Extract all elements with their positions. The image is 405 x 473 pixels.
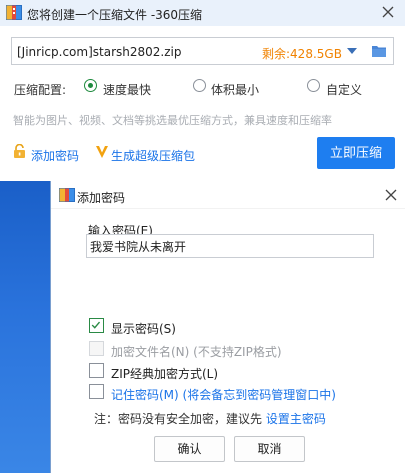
lock-icon[interactable] — [13, 144, 26, 158]
chevron-down-icon[interactable] — [346, 47, 358, 56]
radio-smallest[interactable] — [193, 79, 206, 92]
super-package-link[interactable]: 生成超级压缩包 — [111, 147, 195, 164]
window-title: 您将创建一个压缩文件 -360压缩 — [27, 8, 203, 22]
radio-fastest-label[interactable]: 速度最快 — [103, 81, 151, 98]
radio-smallest-label[interactable]: 体积最小 — [211, 81, 259, 98]
output-path-field[interactable]: [Jinricp.com]starsh2802.zip 剩余:428.5GB — [11, 37, 394, 65]
close-icon[interactable] — [382, 186, 400, 204]
show-password-label[interactable]: 显示密码(S) — [111, 320, 176, 337]
config-label: 压缩配置: — [14, 83, 67, 97]
free-space-label: 剩余:428.5GB — [262, 47, 342, 61]
zip-classic-checkbox[interactable] — [89, 363, 104, 378]
compress-now-button[interactable]: 立即压缩 — [317, 137, 395, 169]
check-icon — [91, 321, 101, 329]
title-bar: 您将创建一个压缩文件 -360压缩 — [0, 0, 405, 26]
compress-hint: 智能为图片、视频、文档等挑选最优压缩方式，兼具速度和压缩率 — [13, 114, 332, 127]
radio-fastest[interactable] — [84, 79, 97, 92]
ok-button[interactable]: 确认 — [154, 436, 225, 462]
compress-window: 您将创建一个压缩文件 -360压缩 [Jinricp.com]starsh280… — [0, 0, 405, 181]
zip-app-icon — [59, 188, 75, 202]
encrypt-filename-checkbox — [89, 341, 104, 356]
close-icon[interactable] — [379, 3, 397, 21]
radio-custom[interactable] — [307, 79, 320, 92]
dialog-title: 添加密码 — [77, 191, 126, 205]
set-master-password-link[interactable]: 设置主密码 — [266, 412, 326, 426]
remember-password-checkbox[interactable] — [89, 384, 104, 399]
dialog-title-bar: 添加密码 — [51, 181, 405, 209]
cancel-button[interactable]: 取消 — [234, 436, 305, 462]
add-password-link[interactable]: 添加密码 — [31, 147, 79, 164]
folder-icon[interactable] — [371, 44, 387, 58]
remember-password-label[interactable]: 记住密码(M) (将会备忘到密码管理窗口中) — [111, 386, 336, 403]
security-note-text: 注：密码没有安全加密，建议先 — [94, 412, 266, 426]
radio-custom-label[interactable]: 自定义 — [326, 81, 362, 98]
super-package-icon[interactable] — [95, 145, 109, 159]
zip-classic-label[interactable]: ZIP经典加密方式(L) — [111, 365, 218, 382]
encrypt-filename-label: 加密文件名(N) (不支持ZIP格式) — [111, 345, 282, 359]
output-path-value: [Jinricp.com]starsh2802.zip — [17, 45, 182, 59]
add-password-dialog: 添加密码 输入密码(E) 显示密码(S) 加密文件名(N) (不支持ZIP格式)… — [50, 181, 405, 473]
password-input[interactable] — [86, 234, 374, 258]
show-password-checkbox[interactable] — [89, 318, 104, 333]
zip-app-icon — [6, 5, 22, 20]
desktop-background — [0, 181, 50, 473]
security-note: 注：密码没有安全加密，建议先 设置主密码 — [94, 410, 326, 427]
